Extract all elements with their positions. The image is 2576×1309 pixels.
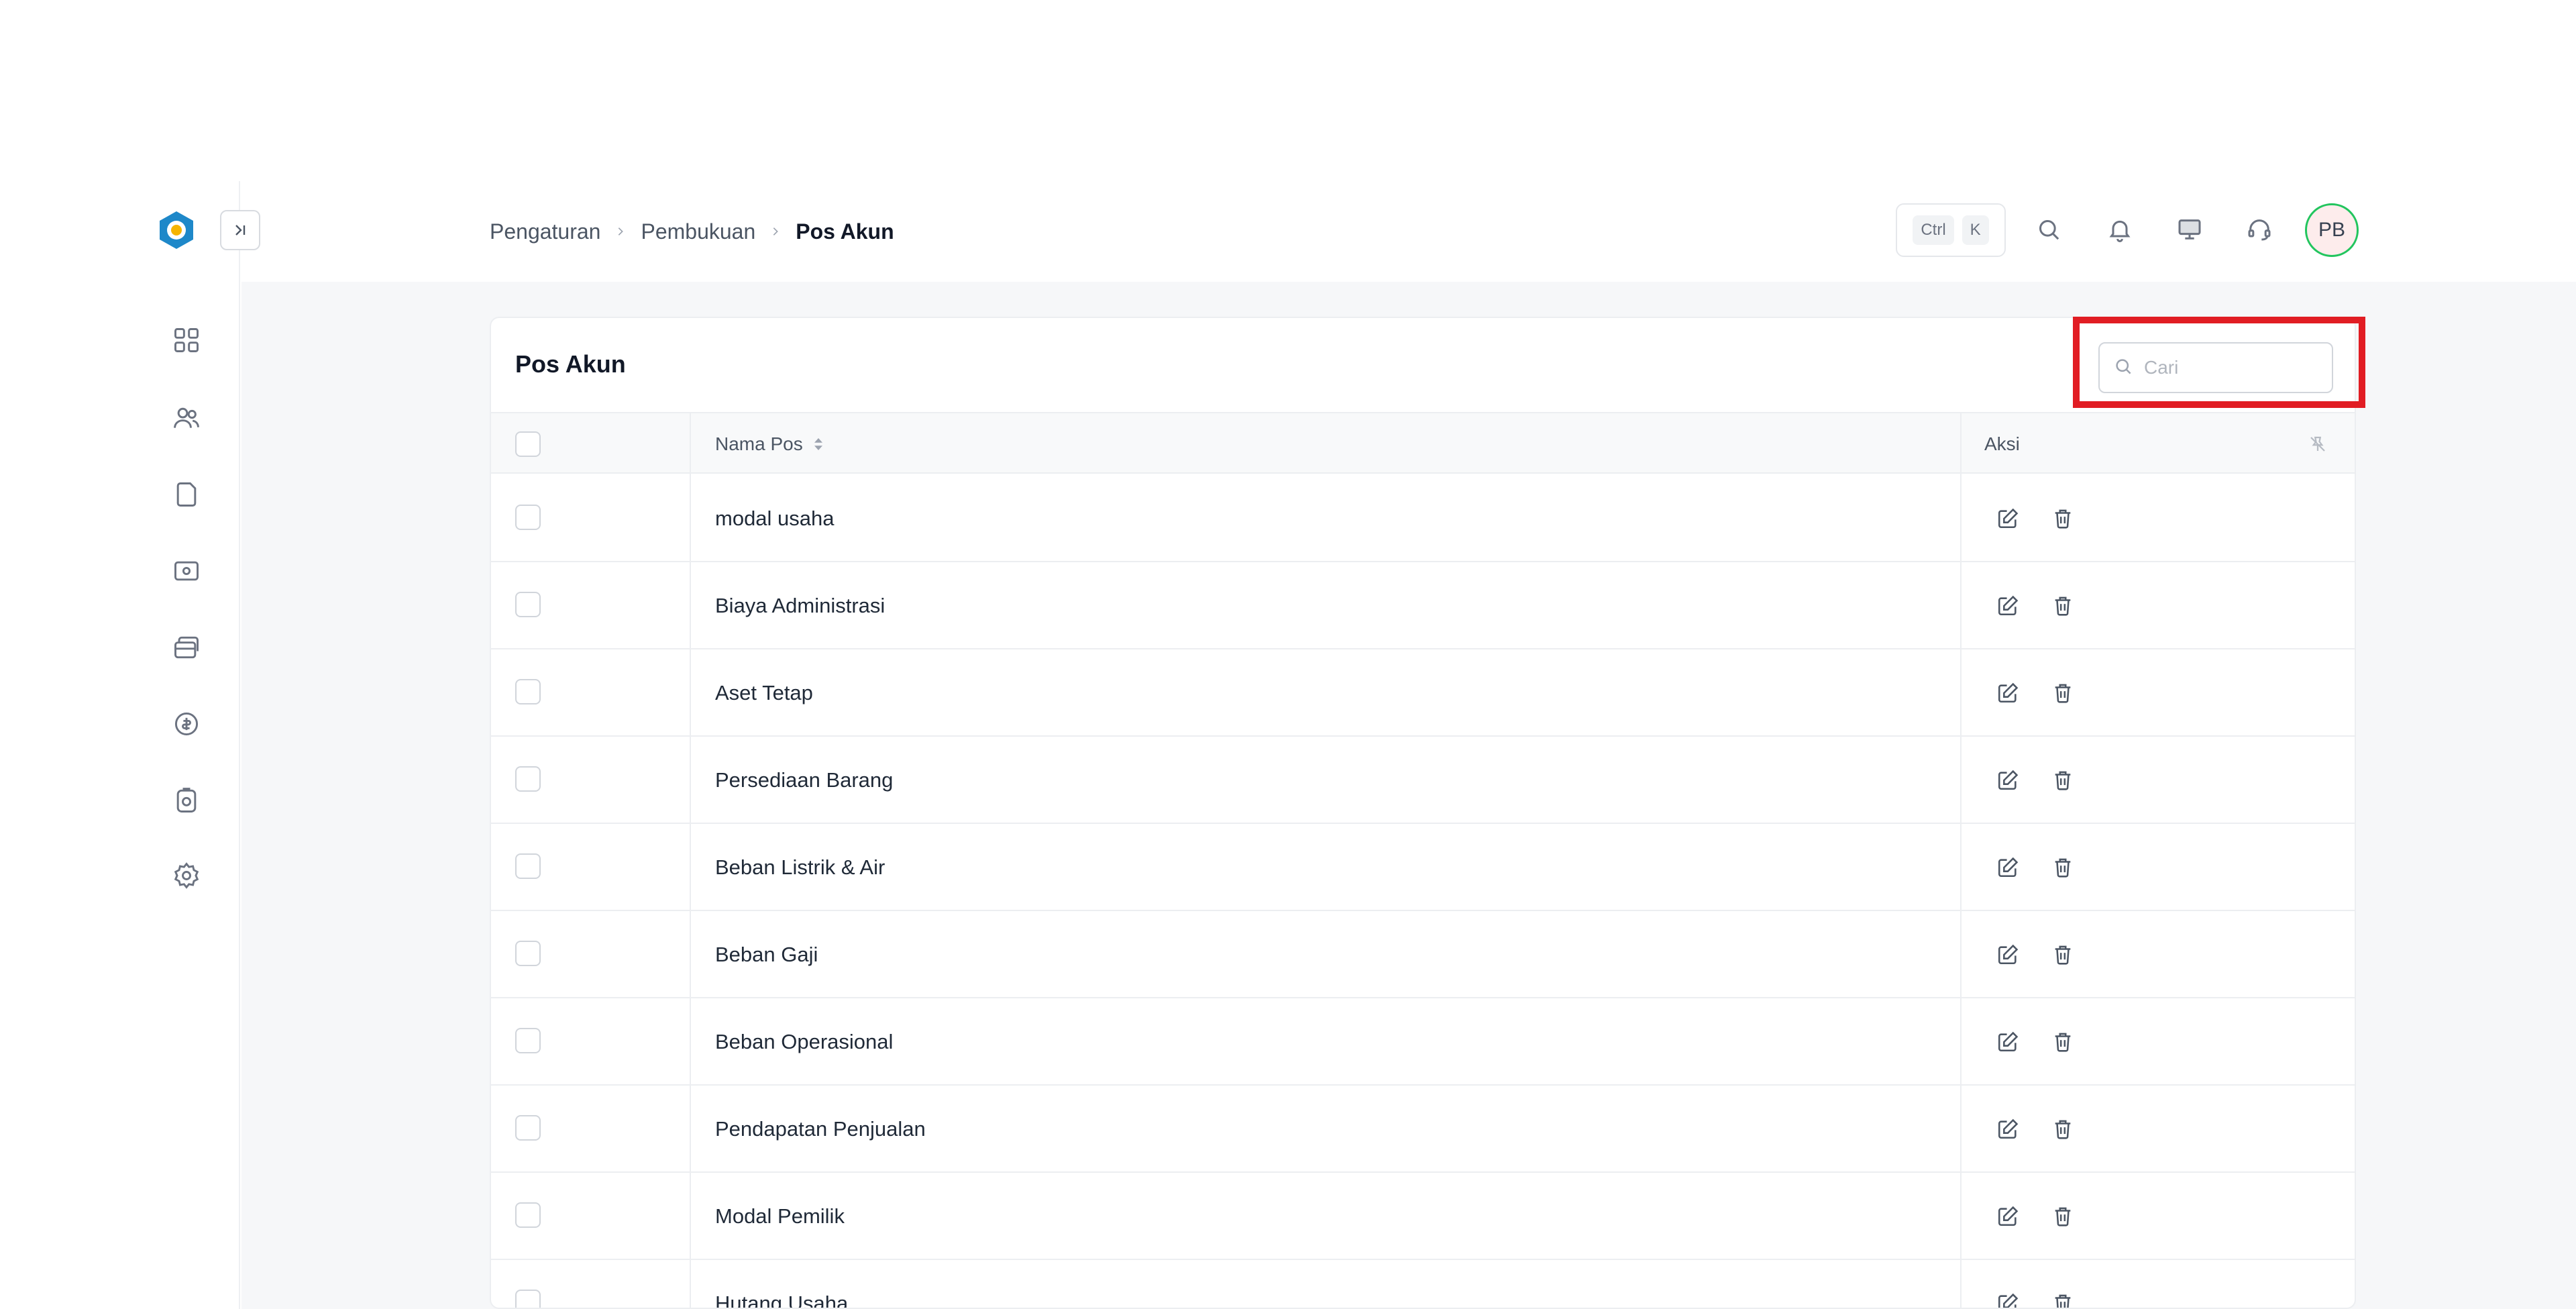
row-checkbox[interactable] xyxy=(515,853,541,879)
gear-icon[interactable] xyxy=(169,858,204,893)
monitor-icon[interactable] xyxy=(2171,211,2208,248)
box-icon[interactable] xyxy=(169,783,204,818)
table-row: Pendapatan Penjualan xyxy=(491,1086,2355,1173)
edit-icon[interactable] xyxy=(1991,938,2025,972)
avatar-initials: PB xyxy=(2318,219,2346,241)
row-name: modal usaha xyxy=(715,507,835,530)
table-row: Modal Pemilik xyxy=(491,1173,2355,1260)
row-name: Beban Operasional xyxy=(715,1030,894,1053)
edit-icon[interactable] xyxy=(1991,1025,2025,1059)
breadcrumb-item-current: Pos Akun xyxy=(796,219,894,244)
kbd-k: K xyxy=(1962,215,1989,245)
table-row: Biaya Administrasi xyxy=(491,562,2355,649)
chevron-right-icon xyxy=(770,226,781,237)
trash-icon[interactable] xyxy=(2046,1025,2080,1059)
cash-icon[interactable] xyxy=(169,554,204,588)
edit-icon[interactable] xyxy=(1991,1287,2025,1308)
breadcrumb-item-pengaturan[interactable]: Pengaturan xyxy=(490,219,600,244)
kbd-ctrl: Ctrl xyxy=(1913,215,1954,245)
app-logo[interactable] xyxy=(157,210,196,250)
table-row: modal usaha xyxy=(491,475,2355,562)
table-row: Beban Gaji xyxy=(491,911,2355,998)
row-checkbox[interactable] xyxy=(515,1290,541,1308)
sort-icon[interactable] xyxy=(812,436,824,452)
edit-icon[interactable] xyxy=(1991,1200,2025,1233)
trash-icon[interactable] xyxy=(2046,764,2080,797)
row-name: Modal Pemilik xyxy=(715,1204,845,1228)
pos-akun-card: Pos Akun Nama Pos Aksi modal usah xyxy=(490,317,2356,1309)
search-icon[interactable] xyxy=(2030,211,2068,248)
card-title: Pos Akun xyxy=(515,350,626,378)
row-checkbox[interactable] xyxy=(515,941,541,966)
edit-icon[interactable] xyxy=(1991,589,2025,623)
trash-icon[interactable] xyxy=(2046,1200,2080,1233)
row-checkbox[interactable] xyxy=(515,1115,541,1141)
table-row: Persediaan Barang xyxy=(491,737,2355,824)
table-header: Nama Pos Aksi xyxy=(491,412,2355,474)
edit-icon[interactable] xyxy=(1991,851,2025,884)
edit-icon[interactable] xyxy=(1991,502,2025,535)
row-name: Pendapatan Penjualan xyxy=(715,1117,926,1141)
trash-icon[interactable] xyxy=(2046,1112,2080,1146)
wallet-icon[interactable] xyxy=(169,630,204,665)
trash-icon[interactable] xyxy=(2046,676,2080,710)
table-row: Aset Tetap xyxy=(491,649,2355,737)
coin-icon[interactable] xyxy=(169,706,204,741)
sidebar-collapse-button[interactable] xyxy=(220,210,260,250)
trash-icon[interactable] xyxy=(2046,502,2080,535)
row-name: Aset Tetap xyxy=(715,681,813,704)
row-name: Beban Gaji xyxy=(715,943,818,966)
trash-icon[interactable] xyxy=(2046,1287,2080,1308)
row-checkbox[interactable] xyxy=(515,1028,541,1053)
edit-icon[interactable] xyxy=(1991,676,2025,710)
trash-icon[interactable] xyxy=(2046,938,2080,972)
row-name: Hutang Usaha xyxy=(715,1292,849,1309)
sidebar xyxy=(0,181,240,1309)
column-label: Aksi xyxy=(1984,433,2020,454)
pin-off-icon[interactable] xyxy=(2308,413,2328,475)
row-name: Biaya Administrasi xyxy=(715,594,885,617)
search-highlight-box xyxy=(2073,317,2365,408)
table-row: Hutang Usaha xyxy=(491,1260,2355,1309)
row-checkbox[interactable] xyxy=(515,592,541,617)
row-checkbox[interactable] xyxy=(515,505,541,530)
headset-icon[interactable] xyxy=(2241,211,2278,248)
bell-icon[interactable] xyxy=(2101,211,2139,248)
column-header-nama-pos[interactable]: Nama Pos xyxy=(715,413,824,475)
users-icon[interactable] xyxy=(169,401,204,435)
table-row: Beban Listrik & Air xyxy=(491,824,2355,911)
document-icon[interactable] xyxy=(169,477,204,512)
avatar[interactable]: PB xyxy=(2305,203,2359,257)
column-header-aksi: Aksi xyxy=(1984,413,2020,475)
row-name: Persediaan Barang xyxy=(715,768,894,792)
trash-icon[interactable] xyxy=(2046,851,2080,884)
column-label: Nama Pos xyxy=(715,433,803,454)
dashboard-icon[interactable] xyxy=(169,323,204,358)
chevron-right-icon xyxy=(615,226,626,237)
table-row: Beban Operasional xyxy=(491,998,2355,1086)
breadcrumb-item-pembukuan[interactable]: Pembukuan xyxy=(641,219,755,244)
trash-icon[interactable] xyxy=(2046,589,2080,623)
command-palette-shortcut[interactable]: Ctrl K xyxy=(1896,203,2006,257)
edit-icon[interactable] xyxy=(1991,1112,2025,1146)
row-checkbox[interactable] xyxy=(515,766,541,792)
edit-icon[interactable] xyxy=(1991,764,2025,797)
select-all-checkbox[interactable] xyxy=(515,413,541,475)
row-name: Beban Listrik & Air xyxy=(715,855,885,879)
row-checkbox[interactable] xyxy=(515,1202,541,1228)
breadcrumb: Pengaturan Pembukuan Pos Akun xyxy=(490,216,894,247)
row-checkbox[interactable] xyxy=(515,679,541,704)
